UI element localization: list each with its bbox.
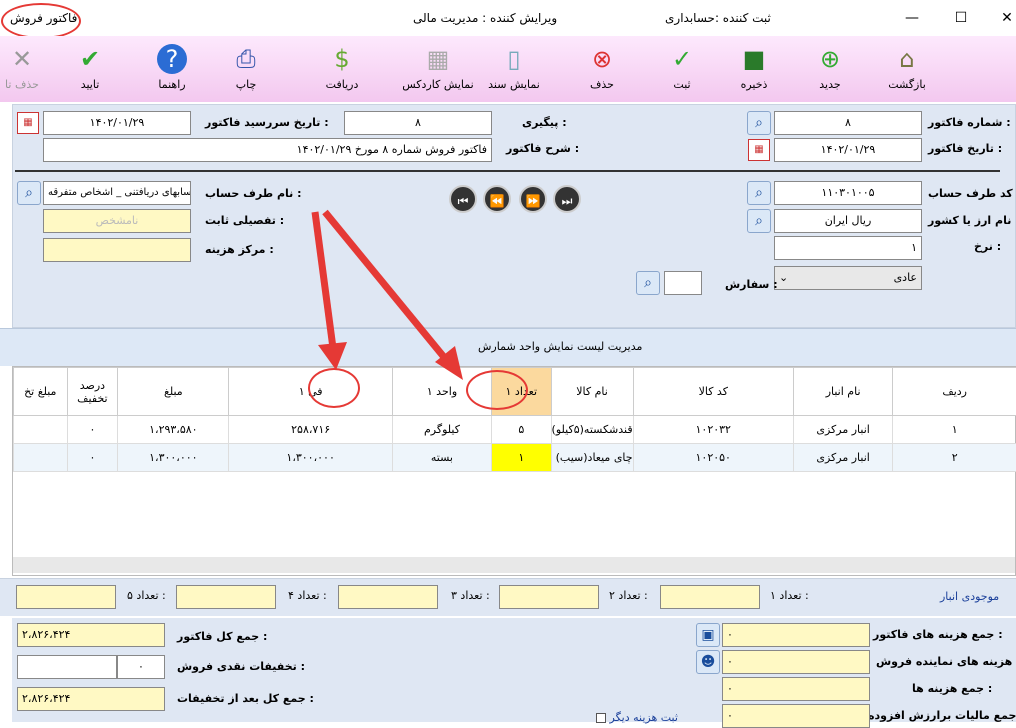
folder-icon: ▣ [701, 627, 714, 643]
cash-discount-percent[interactable] [17, 655, 117, 679]
arrow-line [325, 212, 448, 362]
cost-lookup-button[interactable]: ▣ [696, 623, 720, 647]
costs-total-label: جمع هزینه ها : [912, 682, 992, 695]
rep-costs-field[interactable]: ۰ [722, 650, 870, 674]
arrow-line [315, 212, 333, 348]
total-field[interactable]: ۲،۸۲۶،۴۲۴ [17, 623, 165, 647]
stock-q5-field[interactable] [16, 585, 116, 609]
rep-lookup-button[interactable]: ☻ [696, 650, 720, 674]
invoice-costs-field[interactable]: ۰ [722, 623, 870, 647]
invoice-costs-label: جمع هزینه های فاکتور : [873, 628, 1003, 641]
stock-strip: موجودی انبار تعداد ۱ : تعداد ۲ : تعداد ۳… [0, 578, 1016, 616]
stock-q3-field[interactable] [338, 585, 438, 609]
other-cost-checkbox[interactable]: ثبت هزینه دیگر [596, 711, 678, 724]
cash-discount-field[interactable]: ۰ [117, 655, 165, 679]
user-icon: ☻ [701, 654, 716, 670]
after-discount-label: جمع کل بعد از تخفیفات : [177, 692, 314, 705]
cash-discount-label: تخفیفات نقدی فروش : [177, 660, 305, 673]
vat-label: جمع مالیات برارزش افزوده : [868, 709, 1016, 722]
stock-q2-field[interactable] [499, 585, 599, 609]
stock-label: موجودی انبار [940, 590, 999, 603]
stock-q1-field[interactable] [660, 585, 760, 609]
after-discount-field[interactable]: ۲،۸۲۶،۴۲۴ [17, 687, 165, 711]
costs-total-field[interactable]: ۰ [722, 677, 870, 701]
total-label: جمع کل فاکتور : [177, 630, 267, 643]
vat-field[interactable]: ۰ [722, 704, 870, 728]
rep-costs-label: هزینه های نماینده فروش : [876, 655, 1016, 668]
stock-q4-field[interactable] [176, 585, 276, 609]
arrow-head [318, 342, 347, 370]
